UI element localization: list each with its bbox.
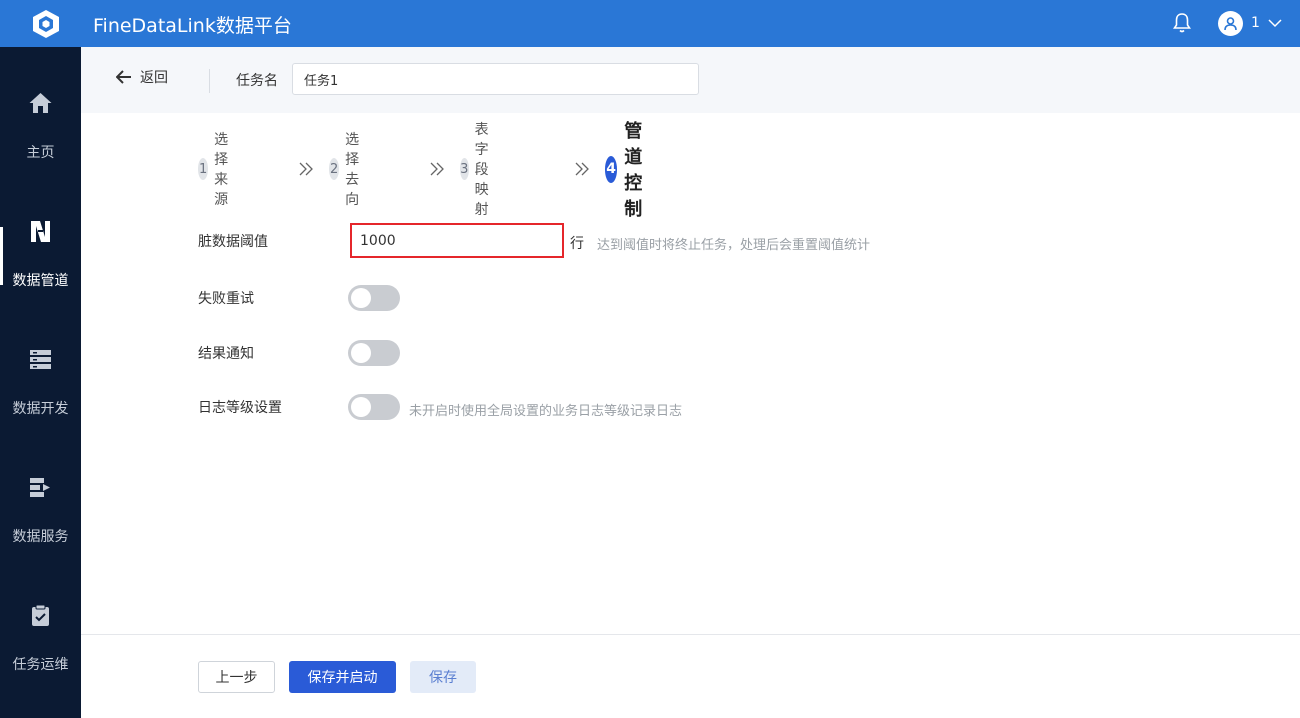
header-divider (209, 69, 210, 93)
toggle-knob (351, 288, 371, 308)
chevron-down-icon (1268, 19, 1282, 28)
sidebar: 主页 数据管道 数据开发 数据服务 任务运维 (0, 47, 81, 718)
footer-divider (81, 634, 1300, 635)
retry-label: 失败重试 (198, 291, 254, 307)
step-number: 1 (198, 158, 209, 180)
task-ops-icon (32, 604, 49, 626)
data-dev-icon (30, 350, 51, 369)
threshold-hint: 达到阈值时将终止任务，处理后会重置阈值统计 (597, 238, 871, 253)
step-number: 3 (460, 158, 469, 180)
sidebar-item-label: 数据管道 (12, 273, 69, 289)
sidebar-item-label: 任务运维 (12, 657, 69, 673)
task-name-input[interactable] (292, 63, 699, 95)
back-button[interactable]: 返回 (116, 67, 168, 87)
step-label: 表字段映射 (474, 122, 489, 218)
sidebar-item-data-dev[interactable]: 数据开发 (0, 303, 81, 431)
user-menu[interactable]: 1 (1218, 10, 1282, 36)
step-number: 4 (605, 155, 618, 183)
double-chevron-right-icon (430, 162, 444, 176)
notification-bell-icon[interactable] (1172, 12, 1192, 34)
step-1[interactable]: 1 选择来源 (198, 132, 240, 208)
back-label: 返回 (140, 70, 168, 86)
threshold-unit: 行 (570, 236, 584, 252)
arrow-left-icon (116, 70, 131, 84)
dirty-data-threshold-input[interactable] (350, 223, 564, 258)
app-logo-icon (33, 10, 59, 38)
step-label: 管道控制 (624, 121, 643, 220)
double-chevron-right-icon (575, 162, 589, 176)
save-and-start-button[interactable]: 保存并启动 (289, 661, 396, 693)
toggle-knob (351, 343, 371, 363)
previous-step-button[interactable]: 上一步 (198, 661, 275, 693)
home-icon (29, 93, 52, 113)
toggle-knob (351, 397, 371, 417)
log-level-toggle[interactable] (348, 394, 400, 420)
task-header: 返回 任务名 (81, 47, 1300, 113)
app-title: FineDataLink数据平台 (93, 15, 292, 37)
sidebar-item-label: 数据服务 (12, 529, 69, 545)
task-name-label: 任务名 (236, 73, 278, 89)
data-service-icon (30, 478, 50, 497)
sidebar-item-label: 数据开发 (12, 401, 69, 417)
sidebar-item-data-pipeline[interactable]: 数据管道 (0, 175, 81, 303)
double-chevron-right-icon (299, 162, 313, 176)
retry-toggle[interactable] (348, 285, 400, 311)
sidebar-item-home[interactable]: 主页 (0, 47, 81, 175)
step-label: 选择来源 (214, 132, 229, 208)
step-2[interactable]: 2 选择去向 (329, 132, 371, 208)
step-3[interactable]: 3 表字段映射 (460, 122, 502, 218)
step-number: 2 (329, 158, 340, 180)
top-bar: FineDataLink数据平台 1 (0, 0, 1300, 47)
notify-toggle[interactable] (348, 340, 400, 366)
log-level-hint: 未开启时使用全局设置的业务日志等级记录日志 (409, 404, 683, 419)
sidebar-item-label: 主页 (26, 145, 55, 161)
step-4[interactable]: 4 管道控制 (605, 121, 657, 220)
threshold-label: 脏数据阈值 (198, 234, 268, 250)
notify-label: 结果通知 (198, 346, 254, 362)
pipeline-icon (31, 221, 50, 242)
save-button[interactable]: 保存 (410, 661, 476, 693)
sidebar-item-task-ops[interactable]: 任务运维 (0, 559, 81, 687)
log-level-label: 日志等级设置 (198, 400, 282, 416)
user-name: 1 (1251, 15, 1260, 31)
user-avatar-icon (1218, 10, 1243, 36)
step-label: 选择去向 (345, 132, 360, 208)
sidebar-item-data-service[interactable]: 数据服务 (0, 431, 81, 559)
